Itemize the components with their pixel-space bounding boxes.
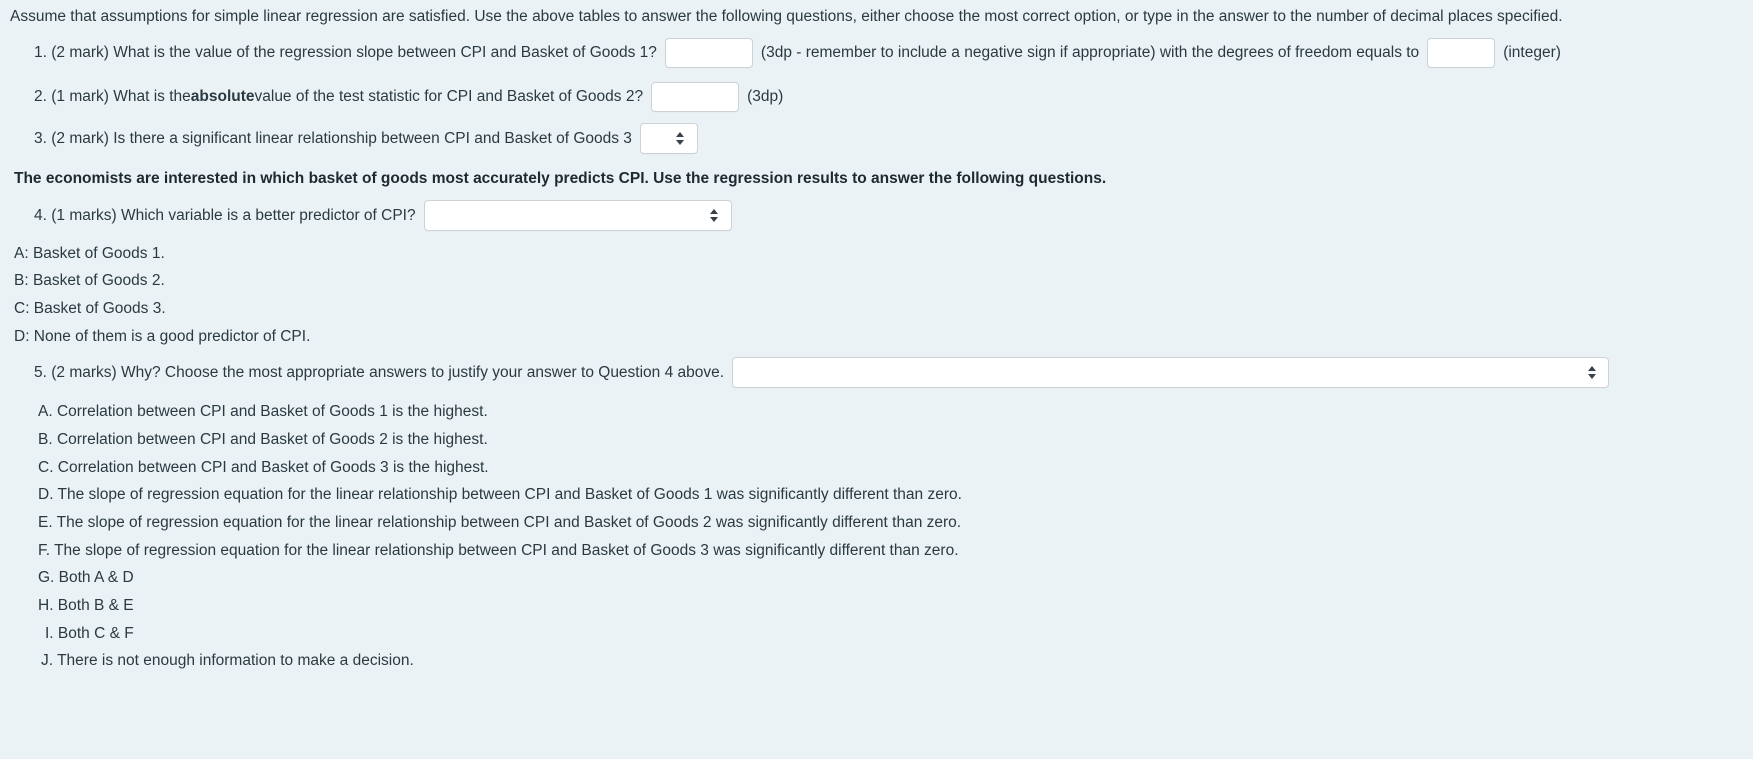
- question-3-select[interactable]: [639, 123, 698, 154]
- question-1-prompt: 1. (2 mark) What is the value of the reg…: [34, 44, 657, 61]
- question-5-prompt: 5. (2 marks) Why? Choose the most approp…: [34, 363, 725, 381]
- q5-option-d: D. The slope of regression equation for …: [38, 486, 962, 503]
- quiz-page: Assume that assumptions for simple linea…: [0, 0, 1753, 759]
- intro-instructions: Assume that assumptions for simple linea…: [10, 8, 1563, 25]
- question-5-row: 5. (2 marks) Why? Choose the most approp…: [34, 357, 1610, 388]
- economists-note: The economists are interested in which b…: [14, 170, 1107, 187]
- q4-option-c: C: Basket of Goods 3.: [14, 300, 166, 317]
- question-2-tail-text: (3dp): [747, 88, 784, 105]
- question-2-bold-word: absolute: [190, 88, 255, 105]
- q5-option-e: E. The slope of regression equation for …: [38, 514, 962, 531]
- question-2-statistic-input[interactable]: [651, 82, 740, 112]
- q5-option-a: A. Correlation between CPI and Basket of…: [38, 403, 488, 420]
- chevron-updown-icon: [676, 131, 685, 147]
- question-3-prompt: 3. (2 mark) Is there a significant linea…: [34, 129, 632, 147]
- q4-option-a: A: Basket of Goods 1.: [14, 245, 165, 262]
- q5-option-g: G. Both A & D: [38, 569, 134, 586]
- question-1-row: 1. (2 mark) What is the value of the reg…: [34, 38, 1561, 68]
- q5-option-h: H. Both B & E: [38, 597, 134, 614]
- q4-option-b: B: Basket of Goods 2.: [14, 272, 165, 289]
- question-1-tail-text: (integer): [1503, 44, 1561, 61]
- question-1-middle-text: (3dp - remember to include a negative si…: [760, 44, 1420, 61]
- question-3-row: 3. (2 mark) Is there a significant linea…: [34, 123, 698, 154]
- chevron-updown-icon: [1587, 365, 1596, 381]
- q5-option-j: J. There is not enough information to ma…: [41, 652, 414, 669]
- question-1-slope-input[interactable]: [664, 38, 753, 68]
- question-4-prompt: 4. (1 marks) Which variable is a better …: [34, 206, 416, 224]
- question-4-row: 4. (1 marks) Which variable is a better …: [34, 200, 732, 231]
- q5-option-b: B. Correlation between CPI and Basket of…: [38, 431, 488, 448]
- question-2-row: 2. (1 mark) What is the absolute value o…: [34, 82, 783, 112]
- q4-option-d: D: None of them is a good predictor of C…: [14, 328, 311, 345]
- question-2-prompt-part1: 2. (1 mark) What is the: [34, 88, 191, 105]
- question-1-df-input[interactable]: [1427, 38, 1496, 68]
- chevron-updown-icon: [710, 208, 719, 224]
- question-4-select[interactable]: [423, 200, 732, 231]
- question-5-select[interactable]: [732, 357, 1610, 388]
- q5-option-f: F. The slope of regression equation for …: [38, 542, 959, 559]
- q5-option-c: C. Correlation between CPI and Basket of…: [38, 459, 489, 476]
- question-2-prompt-part2: value of the test statistic for CPI and …: [254, 88, 644, 105]
- q5-option-i: I. Both C & F: [45, 625, 134, 642]
